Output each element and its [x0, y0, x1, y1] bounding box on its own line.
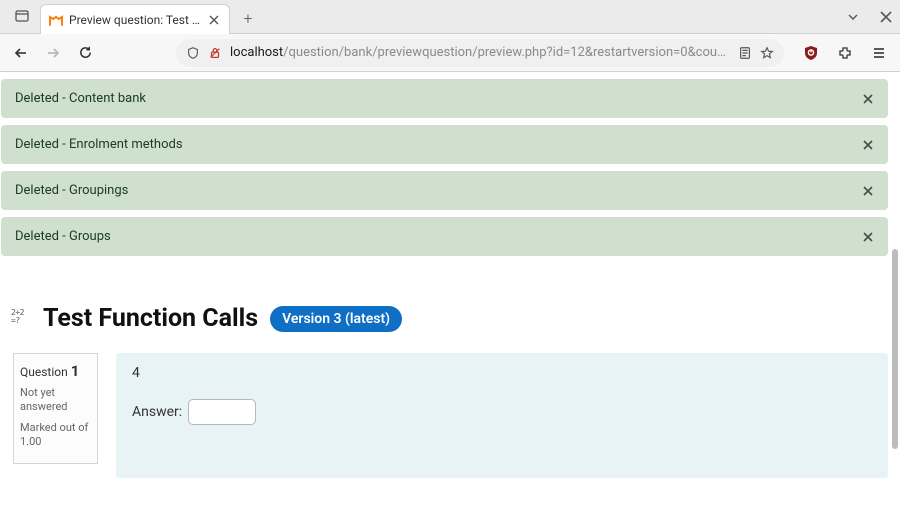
browser-tabstrip: Preview question: Test F… +	[0, 0, 900, 34]
alert-banner: Deleted - Enrolment methods	[1, 125, 888, 164]
question-number: Question 1	[20, 362, 91, 380]
alert-banner: Deleted - Groupings	[1, 171, 888, 210]
back-button[interactable]	[10, 42, 32, 64]
question-text: 4	[132, 365, 872, 381]
bookmark-star-button[interactable]	[760, 46, 774, 60]
alert-text: Deleted - Groupings	[15, 183, 128, 198]
ublock-icon[interactable]	[800, 42, 822, 64]
answer-label: Answer:	[132, 404, 182, 420]
forward-button[interactable]	[42, 42, 64, 64]
alert-text: Deleted - Groups	[15, 229, 111, 244]
browser-tab-title: Preview question: Test F…	[69, 13, 201, 27]
alert-banner: Deleted - Groups	[1, 217, 888, 256]
calculated-qtype-icon: 2+2 =?	[11, 309, 31, 329]
url-text: localhost/question/bank/previewquestion/…	[230, 45, 730, 60]
reader-mode-button[interactable]	[738, 46, 752, 60]
answer-input[interactable]	[188, 399, 256, 425]
question-mark: Marked out of 1.00	[20, 421, 91, 450]
window-close-button[interactable]	[880, 11, 892, 23]
browser-toolbar: localhost/question/bank/previewquestion/…	[0, 34, 900, 72]
question-info-box: Question 1 Not yet answered Marked out o…	[13, 353, 98, 464]
question-area: Question 1 Not yet answered Marked out o…	[1, 353, 900, 478]
alert-text: Deleted - Content bank	[15, 91, 146, 106]
answer-row: Answer:	[132, 399, 872, 425]
page-heading-row: 2+2 =? Test Function Calls Version 3 (la…	[11, 304, 900, 333]
tracking-shield-icon[interactable]	[186, 46, 200, 60]
tab-overview-button[interactable]	[8, 3, 36, 29]
alert-text: Deleted - Enrolment methods	[15, 137, 183, 152]
reload-button[interactable]	[74, 42, 96, 64]
moodle-favicon-icon	[49, 13, 63, 27]
url-bar[interactable]: localhost/question/bank/previewquestion/…	[176, 39, 784, 67]
new-tab-button[interactable]: +	[236, 6, 260, 30]
alert-banner: Deleted - Content bank	[1, 79, 888, 118]
alert-dismiss-button[interactable]	[862, 185, 874, 197]
page-viewport: Deleted - Content bank Deleted - Enrolme…	[0, 72, 900, 511]
extensions-button[interactable]	[834, 42, 856, 64]
alerts-region: Deleted - Content bank Deleted - Enrolme…	[1, 79, 900, 256]
vertical-scrollbar[interactable]	[892, 249, 898, 449]
alert-dismiss-button[interactable]	[862, 139, 874, 151]
tab-close-button[interactable]	[207, 15, 221, 25]
app-menu-button[interactable]	[868, 42, 890, 64]
page-title: Test Function Calls	[43, 304, 258, 333]
alert-dismiss-button[interactable]	[862, 93, 874, 105]
alert-dismiss-button[interactable]	[862, 231, 874, 243]
insecure-lock-icon[interactable]	[208, 46, 222, 60]
question-panel: 4 Answer:	[116, 353, 888, 478]
question-status: Not yet answered	[20, 386, 91, 415]
version-badge[interactable]: Version 3 (latest)	[270, 306, 402, 332]
tabs-dropdown-button[interactable]	[846, 10, 860, 24]
browser-tab-active[interactable]: Preview question: Test F…	[40, 4, 230, 34]
